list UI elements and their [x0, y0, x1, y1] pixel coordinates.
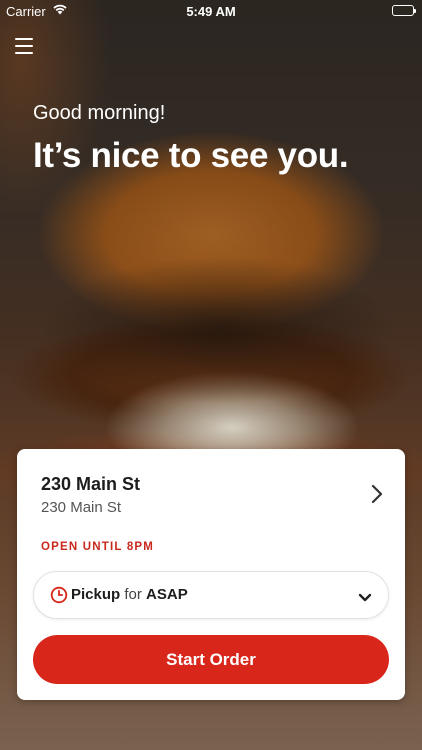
greeting-text: Good morning!	[33, 102, 166, 124]
pickup-time-dropdown[interactable]: Pickup for ASAP	[33, 571, 389, 619]
headline-text: It’s nice to see you.	[33, 136, 349, 175]
store-address: 230 Main St	[41, 499, 122, 516]
pickup-summary: Pickup for ASAP	[71, 586, 188, 603]
store-hours-status: OPEN UNTIL 8PM	[41, 541, 155, 553]
chevron-right-icon	[371, 484, 383, 509]
store-name: 230 Main St	[41, 474, 141, 494]
clock-time: 5:49 AM	[186, 4, 236, 19]
battery-icon	[392, 5, 416, 16]
order-time-label: ASAP	[146, 586, 188, 603]
chevron-down-icon	[358, 590, 372, 608]
store-selector[interactable]: 230 Main St 230 Main St	[17, 449, 405, 529]
order-mode-connector: for	[124, 586, 142, 603]
status-bar: Carrier 5:49 AM	[0, 0, 422, 22]
clock-icon	[50, 586, 68, 609]
hamburger-menu-icon[interactable]	[15, 38, 35, 56]
order-mode-label: Pickup	[71, 586, 121, 603]
start-order-button[interactable]: Start Order	[33, 635, 389, 684]
order-card: 230 Main St 230 Main St OPEN UNTIL 8PM P…	[17, 449, 405, 700]
